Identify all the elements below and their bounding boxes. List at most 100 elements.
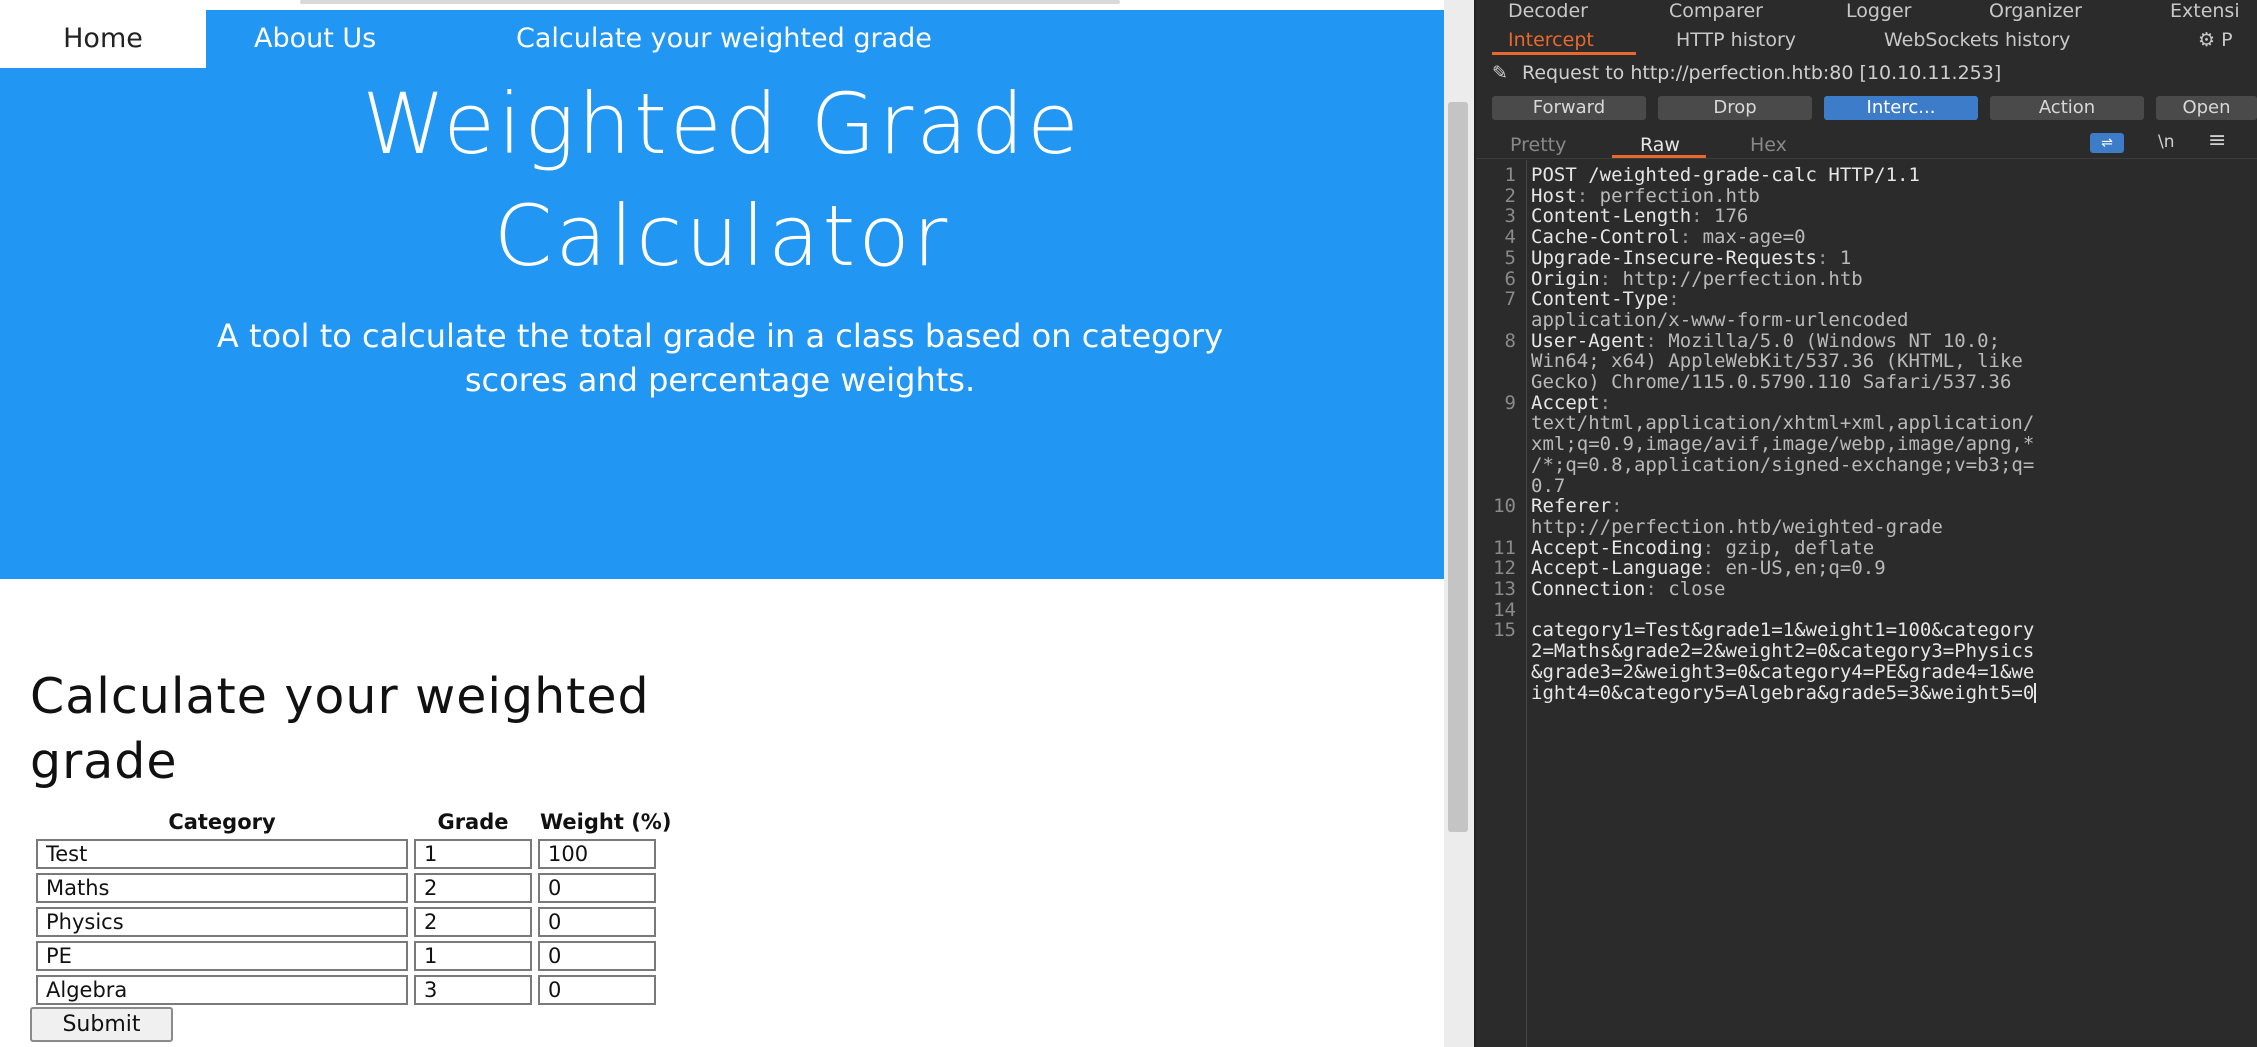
burp-panel: Decoder Comparer Logger Organizer Extens… — [1476, 0, 2257, 1047]
request-text-segment: Accept-Language — [1531, 557, 1703, 580]
newline-toggle-icon[interactable]: \n — [2158, 132, 2175, 152]
horizontal-scrollbar[interactable] — [300, 0, 1120, 4]
category-input[interactable] — [36, 907, 408, 937]
request-text-segment: http://perfection.htb/weighted-grade — [1531, 515, 1943, 538]
tab-hex[interactable]: Hex — [1750, 134, 1787, 156]
request-text-segment: Content-Length — [1531, 205, 1692, 228]
request-line: Content-Type: — [1531, 288, 1680, 310]
request-text-segment: 2=Maths&grade2=2&weight2=0&category3=Phy… — [1531, 640, 2035, 663]
category-input[interactable] — [36, 873, 408, 903]
intercept-toggle-button[interactable]: Interc... — [1824, 96, 1978, 120]
text-caret — [2034, 683, 2037, 703]
request-text-segment: : — [1611, 495, 1623, 518]
category-input-cell — [36, 941, 408, 971]
request-line: category1=Test&grade1=1&weight1=100&cate… — [1531, 619, 2034, 641]
request-text-segment: Host — [1531, 184, 1577, 207]
intercept-tab-indicator — [1492, 52, 1636, 55]
nav-home-link[interactable]: Home — [0, 10, 206, 68]
tab-decoder[interactable]: Decoder — [1508, 0, 1588, 22]
category-input[interactable] — [36, 839, 408, 869]
request-text-segment: /*;q=0.8,application/signed-exchange;v=b… — [1531, 453, 2035, 476]
action-button[interactable]: Action — [1990, 96, 2144, 120]
tab-raw[interactable]: Raw — [1640, 134, 1680, 156]
request-text-segment: 1 — [1839, 246, 1852, 269]
request-text-segment: xml;q=0.9,image/avif,image/webp,image/ap… — [1531, 433, 2035, 456]
request-text-segment: : — [1576, 184, 1600, 207]
weight-input[interactable] — [538, 975, 656, 1005]
pencil-icon[interactable]: ✎ — [1492, 62, 1522, 84]
request-line: 0.7 — [1531, 475, 1565, 497]
tab-extensions[interactable]: Extensi — [2170, 0, 2240, 22]
request-text-segment: http://perfection.htb — [1622, 267, 1863, 290]
weight-input[interactable] — [538, 941, 656, 971]
submit-button[interactable]: Submit — [30, 1007, 173, 1042]
weight-input[interactable] — [538, 873, 656, 903]
grade-input-cell — [414, 839, 532, 869]
request-line: application/x-www-form-urlencoded — [1531, 309, 1909, 331]
category-input[interactable] — [36, 941, 408, 971]
line-number: 11 — [1493, 536, 1516, 559]
weight-input[interactable] — [538, 839, 656, 869]
nav-about-link[interactable]: About Us — [254, 10, 376, 68]
line-number: 15 — [1493, 619, 1516, 642]
word-wrap-icon[interactable]: ⇌ — [2090, 133, 2124, 153]
weight-input[interactable] — [538, 907, 656, 937]
weight-input-cell — [538, 873, 673, 903]
hero-title-line-1: Weighted Grade — [362, 75, 1082, 173]
tab-intercept[interactable]: Intercept — [1508, 29, 1594, 51]
request-text-segment: Gecko) Chrome/115.0.5790.110 Safari/537.… — [1531, 371, 2012, 393]
grade-input[interactable] — [414, 873, 532, 903]
tab-http-history[interactable]: HTTP history — [1676, 29, 1796, 51]
page-scroll-thumb[interactable] — [1448, 102, 1468, 832]
header-weight: Weight (%) — [540, 810, 672, 834]
request-text-segment: : — [1599, 391, 1612, 414]
request-line: Gecko) Chrome/115.0.5790.110 Safari/537.… — [1531, 371, 2011, 393]
menu-icon[interactable]: ≡ — [2208, 128, 2226, 153]
tab-organizer[interactable]: Organizer — [1989, 0, 2082, 22]
grade-input-cell — [414, 907, 532, 937]
request-text-segment: Upgrade-Insecure-Requests — [1531, 246, 1817, 269]
open-browser-button[interactable]: Open — [2156, 96, 2257, 120]
header-grade: Grade — [437, 810, 509, 834]
hero-subtitle-line-2: scores and percentage weights. — [464, 361, 976, 399]
request-text-segment: : — [1668, 288, 1680, 311]
tab-comparer[interactable]: Comparer — [1669, 0, 1763, 22]
grade-input[interactable] — [414, 907, 532, 937]
message-view-tabs: Pretty Raw Hex — [1476, 128, 2257, 159]
tab-websockets-history[interactable]: WebSockets history — [1884, 29, 2070, 51]
grade-input[interactable] — [414, 839, 532, 869]
request-line: User-Agent: Mozilla/5.0 (Windows NT 10.0… — [1531, 330, 2000, 352]
request-text-segment: Referer — [1531, 495, 1612, 518]
grade-row — [36, 975, 673, 1005]
request-text-segment: gzip, deflate — [1725, 536, 1875, 559]
grade-row — [36, 873, 673, 903]
header-category: Category — [168, 810, 276, 834]
request-text-segment: category1=Test&grade1=1&weight1=100&cate… — [1531, 619, 2035, 642]
request-line: Referer: — [1531, 495, 1623, 517]
line-number: 1 — [1504, 164, 1516, 186]
settings-gear-icon[interactable]: ⚙ P — [2198, 29, 2233, 51]
request-line: text/html,application/xhtml+xml,applicat… — [1531, 412, 2034, 434]
form-title-line-2: grade — [30, 733, 178, 790]
line-number: 8 — [1504, 329, 1516, 352]
grade-row — [36, 941, 673, 971]
tab-pretty[interactable]: Pretty — [1510, 134, 1566, 156]
nav-calc-link[interactable]: Calculate your weighted grade — [516, 10, 932, 68]
request-text-segment: application/x-www-form-urlencoded — [1531, 308, 1909, 331]
line-number: 10 — [1493, 495, 1516, 518]
drop-button[interactable]: Drop — [1658, 96, 1812, 120]
request-line: Accept: — [1531, 392, 1611, 414]
forward-button[interactable]: Forward — [1492, 96, 1646, 120]
grade-input[interactable] — [414, 941, 532, 971]
request-text-segment: : — [1679, 226, 1703, 249]
request-text-segment: Mozilla/5.0 (Windows NT 10.0; — [1668, 329, 2001, 352]
weight-input-cell — [538, 907, 673, 937]
request-text-segment: Accept-Encoding — [1531, 536, 1703, 559]
request-line: xml;q=0.9,image/avif,image/webp,image/ap… — [1531, 433, 2034, 455]
grade-input[interactable] — [414, 975, 532, 1005]
category-input[interactable] — [36, 975, 408, 1005]
tab-logger[interactable]: Logger — [1846, 0, 1912, 22]
request-text-segment: : — [1702, 536, 1726, 559]
hero-subtitle-line-1: A tool to calculate the total grade in a… — [216, 317, 1224, 355]
request-line: Accept-Language: en-US,en;q=0.9 — [1531, 557, 1886, 579]
